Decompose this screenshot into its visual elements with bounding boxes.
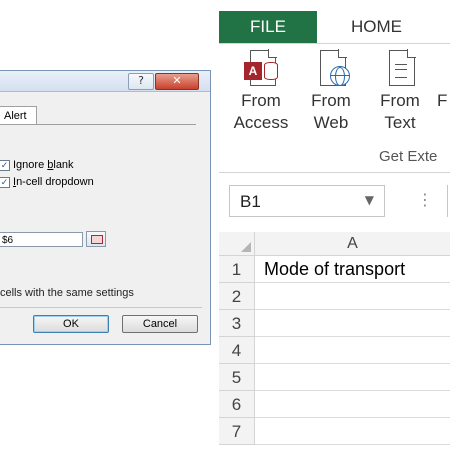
- get-external-data-group-label: Get Exte: [379, 148, 438, 165]
- dialog-title-bar[interactable]: ? ✕: [0, 71, 210, 92]
- row-header[interactable]: 1: [219, 256, 255, 283]
- source-field[interactable]: $6: [0, 232, 83, 247]
- select-all-button[interactable]: [219, 232, 255, 256]
- from-text-line2: Text: [384, 113, 416, 132]
- ignore-blank-label: Ignore: [13, 159, 48, 171]
- tab-error-alert[interactable]: Alert: [0, 106, 37, 124]
- from-text-line1: From: [380, 91, 420, 110]
- row-header[interactable]: 5: [219, 364, 255, 391]
- chevron-down-icon[interactable]: ▼: [365, 193, 374, 207]
- table-row: 3: [219, 310, 450, 337]
- in-cell-dropdown-checkbox[interactable]: ✓ In-cell dropdown: [0, 176, 94, 189]
- ribbon-tab-bar: FILE HOME: [219, 0, 450, 44]
- checkbox-checked-icon[interactable]: ✓: [0, 176, 10, 188]
- row-header[interactable]: 6: [219, 391, 255, 418]
- text-file-icon: [383, 48, 417, 88]
- excel-window: FILE HOME A From Access From Web From Te…: [219, 0, 450, 450]
- table-row: 1 Mode of transport: [219, 256, 450, 283]
- cell-a4[interactable]: [255, 337, 450, 364]
- from-access-line1: From: [241, 91, 281, 110]
- collapse-dialog-button[interactable]: [86, 231, 106, 247]
- help-button[interactable]: ?: [128, 73, 154, 90]
- cell-a1[interactable]: Mode of transport: [255, 256, 450, 283]
- table-row: 5: [219, 364, 450, 391]
- table-row: 2: [219, 283, 450, 310]
- from-text-button[interactable]: From Text: [372, 48, 428, 134]
- apply-to-all-cells-label: cells with the same settings: [0, 287, 134, 299]
- cell-a6[interactable]: [255, 391, 450, 418]
- table-row: 6: [219, 391, 450, 418]
- cell-a2[interactable]: [255, 283, 450, 310]
- ignore-blank-label-rest: lank: [53, 159, 74, 171]
- cell-a5[interactable]: [255, 364, 450, 391]
- from-access-button[interactable]: A From Access: [229, 48, 293, 134]
- row-header[interactable]: 2: [219, 283, 255, 310]
- in-cell-dropdown-label: n-cell dropdown: [16, 176, 94, 188]
- checkbox-checked-icon[interactable]: ✓: [0, 159, 10, 171]
- web-icon: [314, 48, 350, 88]
- other-sources-icon: [437, 48, 450, 88]
- dialog-divider: [0, 307, 202, 308]
- tab-divider: [0, 124, 196, 125]
- ignore-blank-checkbox[interactable]: ✓ Ignore blank: [0, 159, 74, 172]
- tab-file[interactable]: FILE: [219, 11, 317, 43]
- ribbon: A From Access From Web From Text F Get E…: [219, 44, 450, 173]
- table-row: 4: [219, 337, 450, 364]
- name-box-value: B1: [240, 192, 261, 211]
- cell-a7[interactable]: [255, 418, 450, 445]
- from-web-line1: From: [311, 91, 351, 110]
- name-box[interactable]: B1 ▼: [229, 185, 385, 217]
- from-other-line1: F: [437, 91, 448, 110]
- cell-a3[interactable]: [255, 310, 450, 337]
- from-access-line2: Access: [233, 113, 289, 132]
- cancel-button[interactable]: Cancel: [122, 315, 198, 333]
- from-web-line2: Web: [313, 113, 349, 132]
- ok-button[interactable]: OK: [33, 315, 109, 333]
- formula-bar-grip-icon[interactable]: ⋮: [417, 190, 433, 209]
- row-header[interactable]: 3: [219, 310, 255, 337]
- close-button[interactable]: ✕: [155, 73, 199, 90]
- column-header-a[interactable]: A: [255, 232, 450, 256]
- worksheet-grid: A 1 Mode of transport 2 3 4 5 6 7: [219, 232, 450, 450]
- tab-home[interactable]: HOME: [329, 11, 424, 43]
- row-header[interactable]: 7: [219, 418, 255, 445]
- from-web-button[interactable]: From Web: [303, 48, 359, 134]
- row-header[interactable]: 4: [219, 337, 255, 364]
- access-icon: A: [244, 48, 278, 88]
- data-validation-dialog: ? ✕ Alert ✓ Ignore blank ✓ In-cell dropdow…: [0, 70, 211, 345]
- table-row: 7: [219, 418, 450, 445]
- from-other-sources-button[interactable]: F: [437, 48, 450, 112]
